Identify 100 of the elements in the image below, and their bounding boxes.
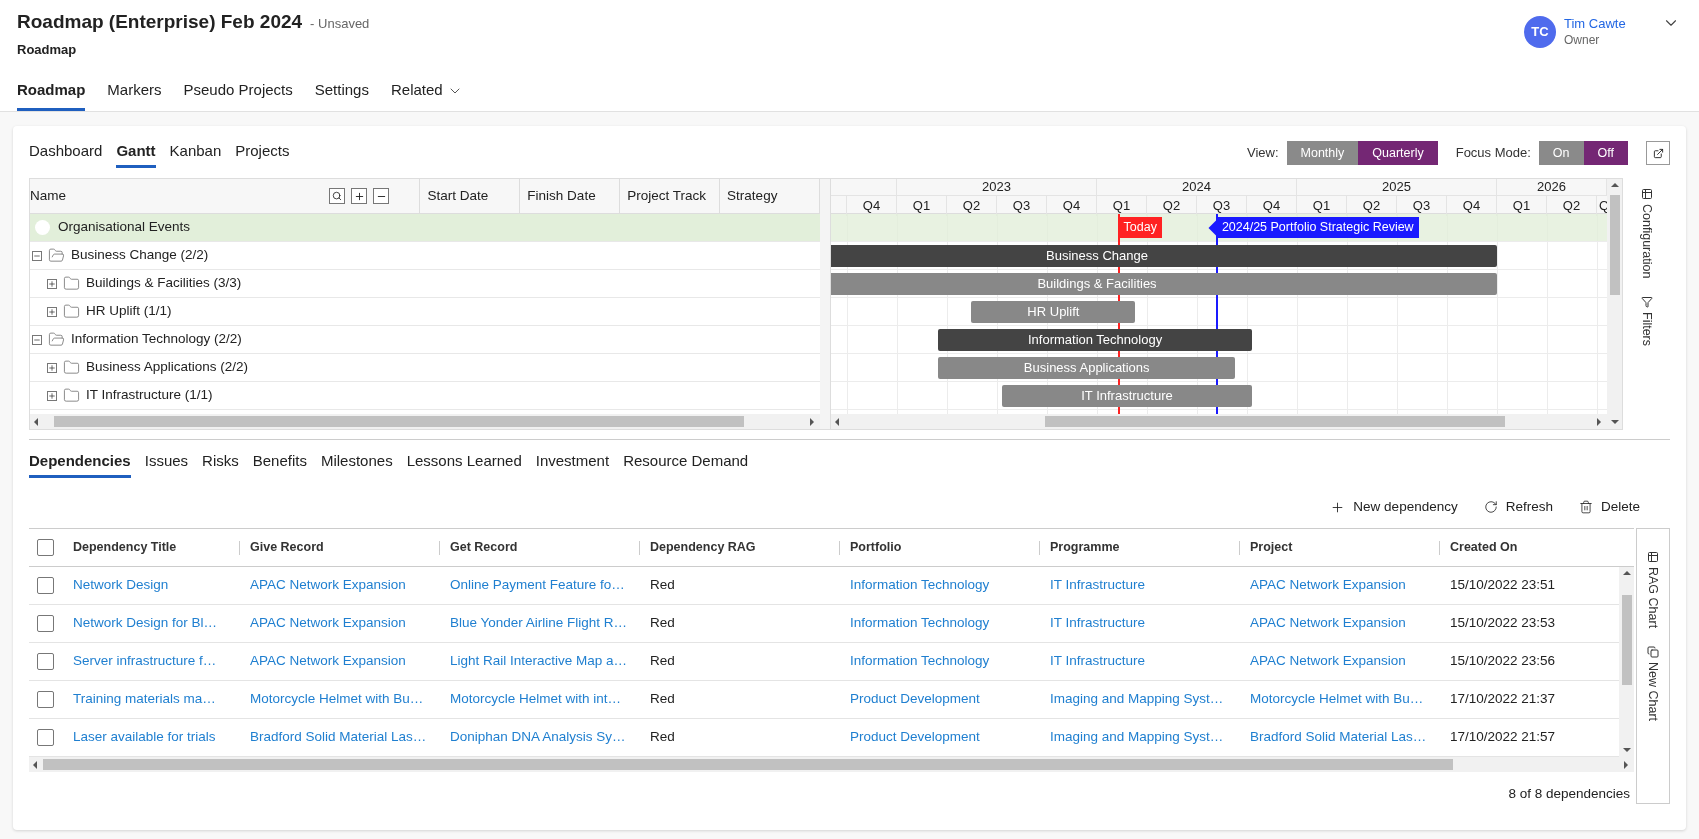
table-link[interactable]: Imaging and Mapping Syst… <box>1050 729 1224 745</box>
expand-toggle[interactable] <box>47 278 57 289</box>
column-header[interactable]: Programme <box>1050 538 1120 557</box>
gantt-bar[interactable]: Information Technology <box>938 329 1252 351</box>
scrollbar-thumb[interactable] <box>43 759 1453 770</box>
toolbar-button[interactable]: New dependency <box>1330 496 1458 518</box>
collapse-all-button[interactable] <box>373 188 390 204</box>
column-header[interactable]: Give Record <box>250 538 324 557</box>
table-link[interactable]: Motorcycle Helmet with Bu… <box>1250 691 1424 707</box>
nav-tab[interactable]: Settings <box>314 73 369 111</box>
column-header[interactable]: Portfolio <box>850 538 902 557</box>
expand-all-button[interactable] <box>351 188 368 204</box>
row-checkbox[interactable] <box>37 691 54 708</box>
toolbar-button[interactable]: Delete <box>1578 496 1640 518</box>
gantt-bar[interactable]: IT Infrastructure <box>1002 385 1252 407</box>
detail-tab[interactable]: Milestones <box>320 448 393 478</box>
table-link[interactable]: Imaging and Mapping Syst… <box>1050 691 1224 707</box>
scrollbar-thumb[interactable] <box>1621 595 1632 685</box>
toggle-option[interactable]: Quarterly <box>1358 141 1438 165</box>
table-link[interactable]: Motorcycle Helmet with Bu… <box>250 691 424 707</box>
row-checkbox[interactable] <box>37 615 54 632</box>
scroll-down-icon[interactable] <box>1621 745 1632 755</box>
view-tab[interactable]: Kanban <box>169 138 222 168</box>
view-tab[interactable]: Projects <box>235 138 290 168</box>
expand-toggle[interactable] <box>47 362 57 373</box>
marker-label[interactable]: 2024/25 Portfolio Strategic Review <box>1216 217 1419 238</box>
tree-item[interactable]: Buildings & Facilities (3/3) <box>86 273 242 294</box>
view-tab[interactable]: Gantt <box>116 138 156 168</box>
table-link[interactable]: APAC Network Expansion <box>1250 577 1406 593</box>
select-all-checkbox[interactable] <box>37 539 54 556</box>
scroll-down-icon[interactable] <box>1609 417 1620 427</box>
nav-tab[interactable]: Roadmap <box>17 73 86 111</box>
table-link[interactable]: Online Payment Feature fo… <box>450 577 625 593</box>
expand-toggle[interactable] <box>32 250 42 261</box>
table-link[interactable]: Network Design for Bl… <box>73 615 218 631</box>
table-link[interactable]: Information Technology <box>850 615 990 631</box>
table-link[interactable]: Product Development <box>850 729 980 745</box>
tree-item[interactable]: Information Technology (2/2) <box>71 329 242 350</box>
expand-toggle[interactable] <box>32 334 42 345</box>
gantt-bar[interactable]: HR Uplift <box>971 301 1136 323</box>
row-checkbox[interactable] <box>37 577 54 594</box>
search-button[interactable] <box>329 188 346 204</box>
column-header[interactable]: Get Record <box>450 538 518 557</box>
gantt-bar[interactable]: Buildings & Facilities <box>831 273 1497 295</box>
nav-tab[interactable]: Related <box>390 73 463 111</box>
expand-toggle[interactable] <box>47 306 57 317</box>
table-link[interactable]: APAC Network Expansion <box>1250 653 1406 669</box>
detail-tab[interactable]: Resource Demand <box>623 448 749 478</box>
tree-item[interactable]: Organisational Events <box>58 217 191 238</box>
gantt-bar[interactable]: Business Change <box>831 245 1497 267</box>
detail-tab[interactable]: Dependencies <box>29 448 131 478</box>
configuration-tab[interactable]: Configuration <box>1637 188 1656 279</box>
tree-item[interactable]: Business Change (2/2) <box>71 245 209 266</box>
detail-tab[interactable]: Investment <box>535 448 610 478</box>
toolbar-button[interactable]: Refresh <box>1483 496 1553 518</box>
table-link[interactable]: IT Infrastructure <box>1050 615 1146 631</box>
detail-tab[interactable]: Risks <box>202 448 239 478</box>
row-checkbox[interactable] <box>37 653 54 670</box>
table-link[interactable]: Doniphan DNA Analysis Sy… <box>450 729 626 745</box>
tree-item[interactable]: IT Infrastructure (1/1) <box>86 385 213 406</box>
table-link[interactable]: Bradford Solid Material Las… <box>250 729 427 745</box>
detail-tab[interactable]: Benefits <box>252 448 307 478</box>
nav-tab[interactable]: Markers <box>107 73 162 111</box>
column-header[interactable]: Dependency RAG <box>650 538 756 557</box>
table-link[interactable]: Information Technology <box>850 577 990 593</box>
expand-toggle[interactable] <box>47 390 57 401</box>
table-link[interactable]: Bradford Solid Material Las… <box>1250 729 1427 745</box>
table-link[interactable]: APAC Network Expansion <box>1250 615 1406 631</box>
view-tab[interactable]: Dashboard <box>29 138 103 168</box>
table-link[interactable]: APAC Network Expansion <box>250 577 406 593</box>
marker-label[interactable]: Today <box>1118 217 1162 238</box>
table-link[interactable]: Light Rail Interactive Map a… <box>450 653 628 669</box>
rag-chart-tab[interactable]: RAG Chart <box>1643 551 1663 629</box>
tree-item[interactable]: Business Applications (2/2) <box>86 357 249 378</box>
filters-tab[interactable]: Filters <box>1637 296 1656 347</box>
table-link[interactable]: Laser available for trials <box>73 729 216 745</box>
table-link[interactable]: Network Design <box>73 577 169 593</box>
new-chart-tab[interactable]: New Chart <box>1643 646 1663 722</box>
column-header[interactable]: Dependency Title <box>73 538 177 557</box>
column-header[interactable]: Project <box>1250 538 1293 557</box>
table-link[interactable]: Product Development <box>850 691 980 707</box>
table-link[interactable]: APAC Network Expansion <box>250 615 406 631</box>
nav-tab[interactable]: Pseudo Projects <box>183 73 293 111</box>
gantt-bar[interactable]: Business Applications <box>938 357 1236 379</box>
user-avatar[interactable]: TC <box>1524 16 1556 48</box>
table-link[interactable]: Blue Yonder Airline Flight R… <box>450 615 628 631</box>
pop-out-button[interactable] <box>1646 141 1670 165</box>
scrollbar-thumb[interactable] <box>54 416 744 427</box>
table-link[interactable]: Motorcycle Helmet with int… <box>450 691 622 707</box>
row-checkbox[interactable] <box>37 729 54 746</box>
table-link[interactable]: Server infrastructure f… <box>73 653 217 669</box>
table-link[interactable]: Training materials ma… <box>73 691 216 707</box>
scrollbar-thumb[interactable] <box>1045 416 1505 427</box>
tree-item[interactable]: HR Uplift (1/1) <box>86 301 172 322</box>
table-link[interactable]: IT Infrastructure <box>1050 577 1146 593</box>
detail-tab[interactable]: Lessons Learned <box>406 448 522 478</box>
table-link[interactable]: APAC Network Expansion <box>250 653 406 669</box>
scrollbar-thumb[interactable] <box>1609 195 1620 295</box>
detail-tab[interactable]: Issues <box>144 448 189 478</box>
table-link[interactable]: Information Technology <box>850 653 990 669</box>
